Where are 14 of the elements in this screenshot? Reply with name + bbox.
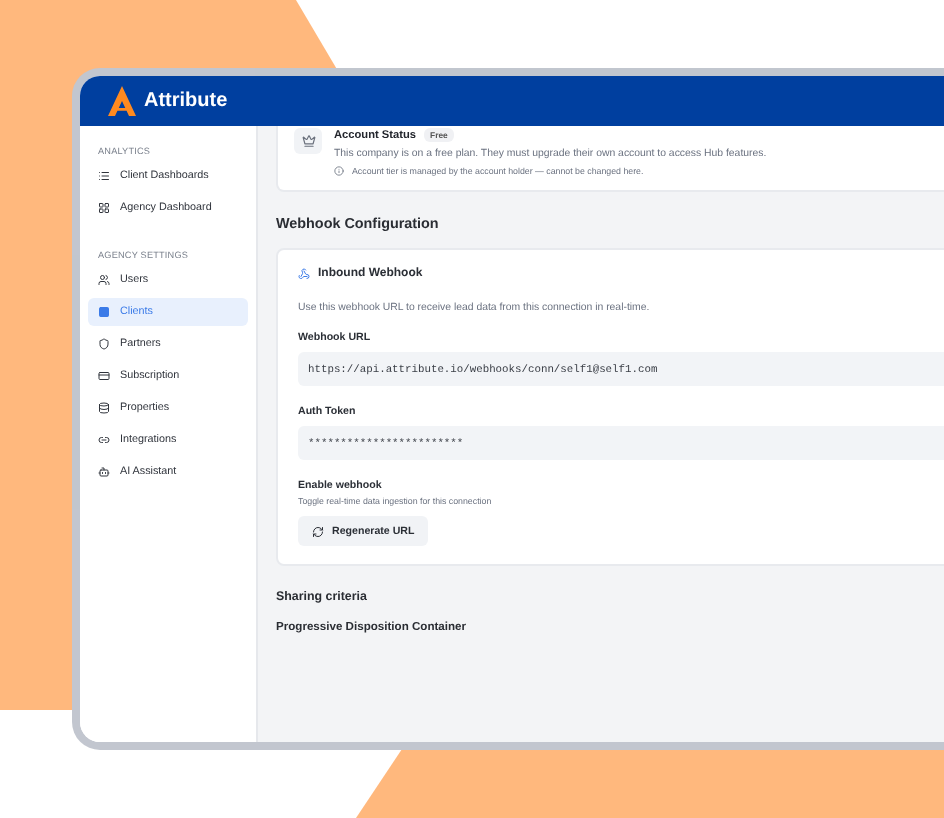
app-name: Attribute bbox=[144, 90, 228, 112]
logo-icon bbox=[108, 86, 136, 116]
database-icon bbox=[98, 402, 110, 414]
robot-icon bbox=[98, 466, 110, 478]
shield-icon bbox=[98, 338, 110, 350]
card-icon bbox=[98, 370, 110, 382]
list-icon bbox=[98, 170, 110, 182]
info-icon bbox=[334, 166, 344, 176]
crown-icon bbox=[301, 134, 315, 148]
grid-icon bbox=[98, 202, 110, 214]
refresh-icon bbox=[312, 525, 324, 537]
webhook-icon bbox=[298, 268, 310, 280]
users-icon bbox=[98, 274, 110, 286]
link-icon bbox=[98, 434, 110, 446]
